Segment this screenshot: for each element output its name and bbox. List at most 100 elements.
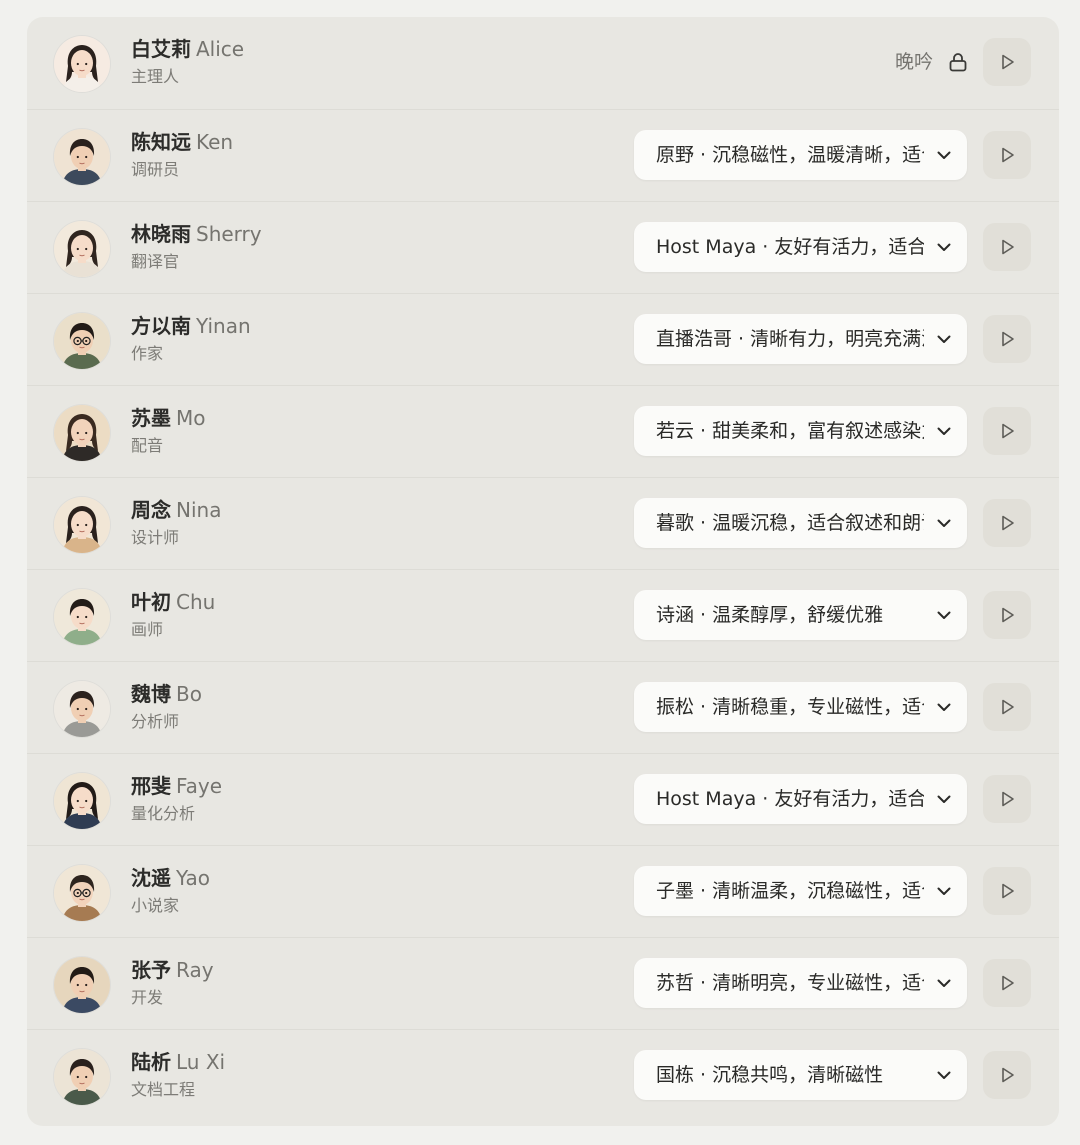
avatar <box>54 865 110 921</box>
play-preview-button[interactable] <box>983 1051 1031 1099</box>
english-name: Sherry <box>196 222 262 246</box>
character-name: 周念 Nina <box>131 497 221 523</box>
voice-select-value: 诗涵 · 温柔醇厚，舒缓优雅 <box>656 604 884 626</box>
character-voice-list: 白艾莉 Alice 主理人 晚吟 陈知远 Ken 调研员 原野 · 沉稳磁性，温暖清… <box>27 17 1059 1126</box>
character-name: 魏博 Bo <box>131 681 202 707</box>
voice-select[interactable]: Host Maya · 友好有活力，适合播客 <box>634 222 967 272</box>
voice-select[interactable]: 若云 · 甜美柔和，富有叙述感染力 <box>634 406 967 456</box>
english-name: Yao <box>176 866 210 890</box>
chinese-name: 周念 <box>131 498 171 522</box>
play-preview-button[interactable] <box>983 683 1031 731</box>
character-role: 配音 <box>131 436 164 455</box>
chinese-name: 魏博 <box>131 682 171 706</box>
character-row: 陈知远Ken 调研员 原野 · 沉稳磁性，温暖清晰，适合叙述 <box>27 109 1059 201</box>
character-role: 开发 <box>131 988 164 1007</box>
play-preview-button[interactable] <box>983 959 1031 1007</box>
voice-select[interactable]: 振松 · 清晰稳重，专业磁性，适合讲解 <box>634 682 967 732</box>
voice-select-value: 子墨 · 清晰温柔，沉稳磁性，适合叙述 <box>656 880 924 902</box>
play-preview-button[interactable] <box>983 775 1031 823</box>
voice-select-value: 振松 · 清晰稳重，专业磁性，适合讲解 <box>656 696 924 718</box>
voice-select[interactable]: 国栋 · 沉稳共鸣，清晰磁性 <box>634 1050 967 1100</box>
chevron-down-icon <box>935 974 953 992</box>
character-row: 张予Ray 开发 苏哲 · 清晰明亮，专业磁性，适合讲解 <box>27 937 1059 1029</box>
voice-select[interactable]: 暮歌 · 温暖沉稳，适合叙述和朗读 <box>634 498 967 548</box>
chevron-down-icon <box>935 330 953 348</box>
english-name: Chu <box>176 590 216 614</box>
english-name: Ken <box>196 130 234 154</box>
english-name: Lu Xi <box>176 1050 226 1074</box>
avatar <box>54 497 110 553</box>
avatar <box>54 405 110 461</box>
play-preview-button[interactable] <box>983 591 1031 639</box>
character-role: 作家 <box>131 344 164 363</box>
play-preview-button[interactable] <box>983 407 1031 455</box>
chevron-down-icon <box>935 514 953 532</box>
voice-select[interactable]: 子墨 · 清晰温柔，沉稳磁性，适合叙述 <box>634 866 967 916</box>
avatar <box>54 589 110 645</box>
character-name: 邢斐 Faye <box>131 773 222 799</box>
chevron-down-icon <box>935 422 953 440</box>
english-name: Faye <box>176 774 223 798</box>
play-icon <box>997 1065 1017 1085</box>
character-row: 叶初 Chu 画师 诗涵 · 温柔醇厚，舒缓优雅 <box>27 569 1059 661</box>
lock-icon <box>947 51 969 73</box>
chevron-down-icon <box>935 146 953 164</box>
character-role: 量化分析 <box>131 804 196 823</box>
play-icon <box>997 421 1017 441</box>
voice-select[interactable]: 诗涵 · 温柔醇厚，舒缓优雅 <box>634 590 967 640</box>
avatar <box>54 129 110 185</box>
play-icon <box>997 52 1017 72</box>
play-preview-button[interactable] <box>983 315 1031 363</box>
character-row: 邢斐Faye 量化分析 Host Maya · 友好有活力，适合播客 <box>27 753 1059 845</box>
play-icon <box>997 237 1017 257</box>
play-preview-button[interactable] <box>983 223 1031 271</box>
play-preview-button[interactable] <box>983 867 1031 915</box>
character-role: 主理人 <box>131 67 180 86</box>
play-preview-button[interactable] <box>983 38 1031 86</box>
character-name: 叶初 Chu <box>131 589 215 615</box>
english-name: Alice <box>196 37 245 61</box>
play-icon <box>997 329 1017 349</box>
english-name: Yinan <box>196 314 251 338</box>
avatar <box>54 681 110 737</box>
character-name: 沈遥 Yao <box>131 865 210 891</box>
english-name: Ray <box>176 958 214 982</box>
avatar <box>54 1049 110 1105</box>
character-role: 调研员 <box>131 160 180 179</box>
play-icon <box>997 789 1017 809</box>
play-icon <box>997 697 1017 717</box>
chinese-name: 方以南 <box>131 314 191 338</box>
chinese-name: 林晓雨 <box>131 222 191 246</box>
avatar <box>54 957 110 1013</box>
character-row: 沈遥Yao 小说家 子墨 · 清晰温柔，沉稳磁性，适合叙述 <box>27 845 1059 937</box>
chinese-name: 白艾莉 <box>131 37 191 61</box>
character-name: 方以南 Yinan <box>131 313 251 339</box>
voice-select-value: Host Maya · 友好有活力，适合播客 <box>656 236 924 258</box>
english-name: Bo <box>176 682 202 706</box>
character-row: 周念 Nina 设计师 暮歌 · 温暖沉稳，适合叙述和朗读 <box>27 477 1059 569</box>
character-role: 小说家 <box>131 896 180 915</box>
english-name: Mo <box>176 406 206 430</box>
voice-select[interactable]: 苏哲 · 清晰明亮，专业磁性，适合讲解 <box>634 958 967 1008</box>
character-row: 陆析 Lu Xi 文档工程 国栋 · 沉稳共鸣，清晰磁性 <box>27 1029 1059 1121</box>
voice-select-value: Host Maya · 友好有活力，适合播客 <box>656 788 924 810</box>
character-row: 苏墨 Mo 配音 若云 · 甜美柔和，富有叙述感染力 <box>27 385 1059 477</box>
play-icon <box>997 145 1017 165</box>
voice-select[interactable]: Host Maya · 友好有活力，适合播客 <box>634 774 967 824</box>
voice-select[interactable]: 直播浩哥 · 清晰有力，明亮充满活力 <box>634 314 967 364</box>
character-role: 设计师 <box>131 528 180 547</box>
play-preview-button[interactable] <box>983 499 1031 547</box>
chinese-name: 陈知远 <box>131 130 191 154</box>
chinese-name: 沈遥 <box>131 866 171 890</box>
voice-select-value: 暮歌 · 温暖沉稳，适合叙述和朗读 <box>656 512 924 534</box>
character-role: 画师 <box>131 620 164 639</box>
play-preview-button[interactable] <box>983 131 1031 179</box>
voice-select[interactable]: 原野 · 沉稳磁性，温暖清晰，适合叙述 <box>634 130 967 180</box>
chevron-down-icon <box>935 238 953 256</box>
chevron-down-icon <box>935 698 953 716</box>
character-name: 苏墨 Mo <box>131 405 206 431</box>
locked-voice-label: 晚吟 <box>895 51 934 73</box>
chinese-name: 邢斐 <box>131 774 171 798</box>
play-icon <box>997 605 1017 625</box>
character-row: 方以南Yinan 作家 直播浩哥 · 清晰有力，明亮充满活力 <box>27 293 1059 385</box>
